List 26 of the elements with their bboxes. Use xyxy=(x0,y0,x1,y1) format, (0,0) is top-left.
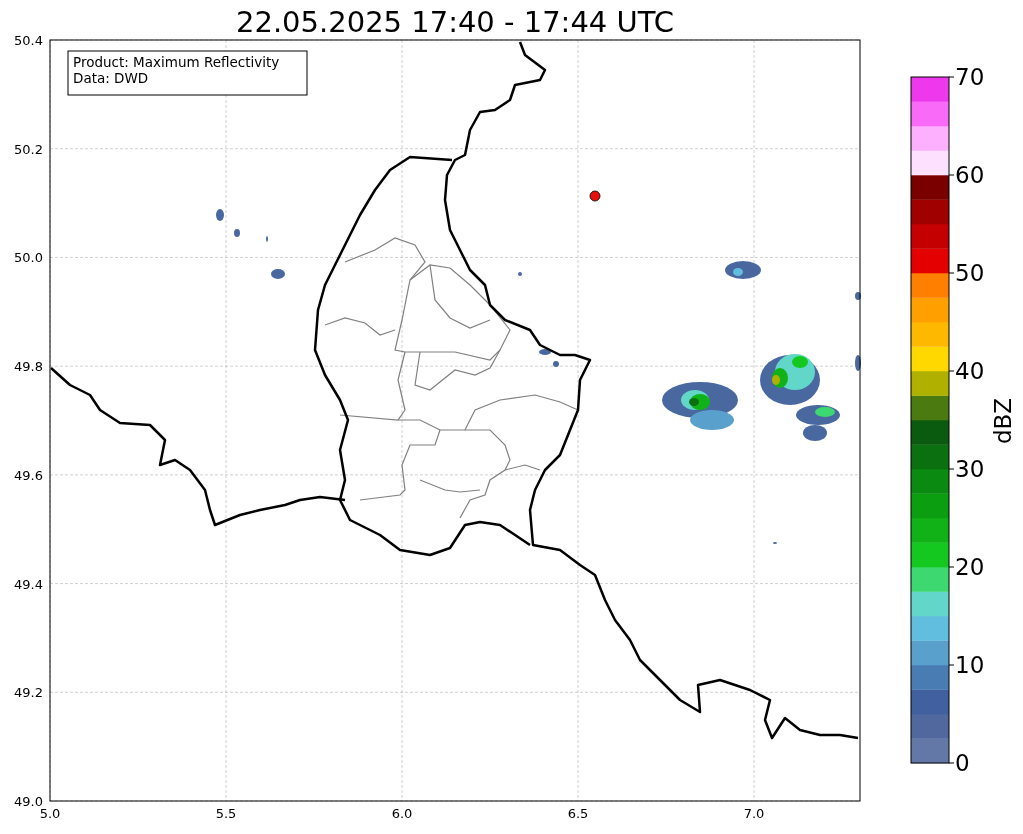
chart-title: 22.05.2025 17:40 - 17:44 UTC xyxy=(236,5,674,39)
colorbar-tick-label: 70 xyxy=(955,64,985,90)
colorbar-tick-label: 40 xyxy=(955,358,985,384)
colorbar-label: dBZ xyxy=(990,397,1016,445)
axis-tick-label: 5.0 xyxy=(39,806,61,821)
axis-tick-label: 6.0 xyxy=(391,806,413,821)
info-text: Product: Maximum Reflectivity xyxy=(73,54,280,70)
axis-tick-label: 6.5 xyxy=(567,806,589,821)
axis-tick-label: 49.2 xyxy=(14,685,43,701)
axis-tick-label: 50.0 xyxy=(14,250,43,266)
colorbar-tick-label: 30 xyxy=(955,456,985,482)
colorbar-tick-label: 50 xyxy=(955,260,985,286)
axis-tick-label: 5.5 xyxy=(215,806,237,821)
axis-tick-label: 50.2 xyxy=(14,141,43,157)
axis-tick-label: 49.6 xyxy=(14,467,43,483)
colorbar-tick-label: 0 xyxy=(955,750,970,776)
location-marker xyxy=(589,190,601,202)
axis-tick-label: 49.8 xyxy=(14,359,43,375)
axis-tick-label: 7.0 xyxy=(743,806,765,821)
axis-tick-label: 50.4 xyxy=(14,33,43,48)
colorbar-tick-label: 60 xyxy=(955,162,985,188)
colorbar-tick-label: 20 xyxy=(955,554,985,580)
info-text: Data: DWD xyxy=(73,70,149,86)
colorbar-tick-label: 10 xyxy=(955,652,985,678)
axis-tick-label: 49.4 xyxy=(14,576,43,592)
axis-tick-label: 49.0 xyxy=(14,794,43,809)
